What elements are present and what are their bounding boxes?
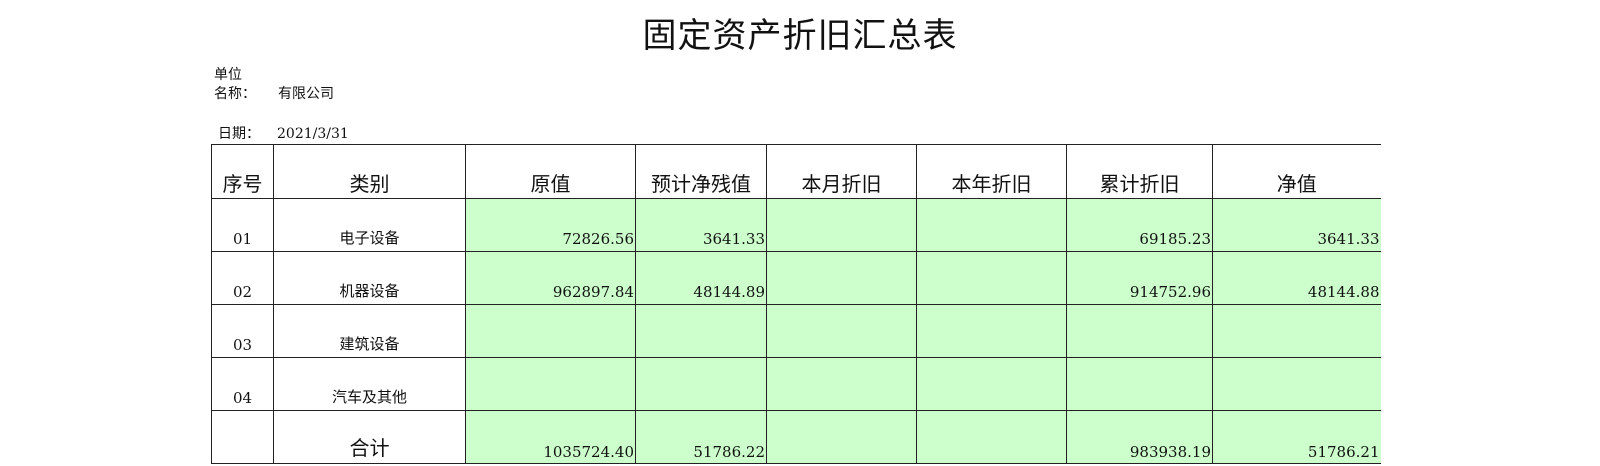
company-name: 有限公司	[278, 86, 334, 102]
header-row: 序号 类别 原值 预计净残值 本月折旧 本年折旧 累计折旧 净值	[211, 144, 1381, 199]
header-year-depreciation: 本年折旧	[916, 144, 1067, 199]
cell-year-depreciation[interactable]	[916, 357, 1067, 411]
header-accumulated-depreciation: 累计折旧	[1066, 144, 1213, 199]
cell-accumulated-depreciation[interactable]	[1066, 357, 1213, 411]
cell-no[interactable]: 04	[211, 357, 274, 411]
cell-month-depreciation[interactable]	[766, 251, 917, 305]
cell-net-value[interactable]: 48144.88	[1212, 251, 1381, 305]
cell-accumulated-depreciation[interactable]	[1066, 304, 1213, 358]
header-net-value: 净值	[1212, 144, 1381, 199]
cell-category[interactable]: 机器设备	[273, 251, 466, 305]
cell-original-value[interactable]	[465, 304, 636, 358]
date-value: 2021/3/31	[277, 126, 349, 142]
cell-original-value[interactable]: 72826.56	[465, 198, 636, 252]
cell-net-value[interactable]	[1212, 304, 1381, 358]
cell-category[interactable]: 电子设备	[273, 198, 466, 252]
total-label: 合计	[273, 410, 466, 464]
cell-month-depreciation[interactable]	[766, 304, 917, 358]
depreciation-table: 序号 类别 原值 预计净残值 本月折旧 本年折旧 累计折旧 净值 01 电子设备…	[211, 144, 1381, 464]
cell-month-depreciation[interactable]	[766, 198, 917, 252]
table-row: 02 机器设备 962897.84 48144.89 914752.96 481…	[211, 251, 1381, 305]
header-no: 序号	[211, 144, 274, 199]
total-month-depreciation[interactable]	[766, 410, 917, 464]
cell-residual-value[interactable]	[635, 304, 767, 358]
cell-no-empty[interactable]	[211, 410, 274, 464]
unit-label-line2: 名称：	[214, 86, 256, 102]
cell-residual-value[interactable]: 48144.89	[635, 251, 767, 305]
cell-residual-value[interactable]	[635, 357, 767, 411]
date-label: 日期：	[218, 126, 260, 142]
total-residual-value[interactable]: 51786.22	[635, 410, 767, 464]
cell-no[interactable]: 02	[211, 251, 274, 305]
header-residual-value: 预计净残值	[635, 144, 767, 199]
total-accumulated-depreciation[interactable]: 983938.19	[1066, 410, 1213, 464]
cell-original-value[interactable]: 962897.84	[465, 251, 636, 305]
table-row: 01 电子设备 72826.56 3641.33 69185.23 3641.3…	[211, 198, 1381, 252]
header-month-depreciation: 本月折旧	[766, 144, 917, 199]
total-original-value[interactable]: 1035724.40	[465, 410, 636, 464]
cell-category[interactable]: 汽车及其他	[273, 357, 466, 411]
header-category: 类别	[273, 144, 466, 199]
cell-category[interactable]: 建筑设备	[273, 304, 466, 358]
cell-accumulated-depreciation[interactable]: 914752.96	[1066, 251, 1213, 305]
cell-year-depreciation[interactable]	[916, 251, 1067, 305]
cell-no[interactable]: 01	[211, 198, 274, 252]
cell-year-depreciation[interactable]	[916, 198, 1067, 252]
cell-net-value[interactable]	[1212, 357, 1381, 411]
cell-no[interactable]: 03	[211, 304, 274, 358]
page-title: 固定资产折旧汇总表	[642, 16, 958, 56]
table-row: 03 建筑设备	[211, 304, 1381, 358]
total-net-value[interactable]: 51786.21	[1212, 410, 1381, 464]
cell-year-depreciation[interactable]	[916, 304, 1067, 358]
table-row: 04 汽车及其他	[211, 357, 1381, 411]
unit-label-line1: 单位	[214, 67, 242, 83]
cell-residual-value[interactable]: 3641.33	[635, 198, 767, 252]
cell-original-value[interactable]	[465, 357, 636, 411]
header-original-value: 原值	[465, 144, 636, 199]
total-row: 合计 1035724.40 51786.22 983938.19 51786.2…	[211, 410, 1381, 464]
cell-accumulated-depreciation[interactable]: 69185.23	[1066, 198, 1213, 252]
cell-net-value[interactable]: 3641.33	[1212, 198, 1381, 252]
cell-month-depreciation[interactable]	[766, 357, 917, 411]
total-year-depreciation[interactable]	[916, 410, 1067, 464]
